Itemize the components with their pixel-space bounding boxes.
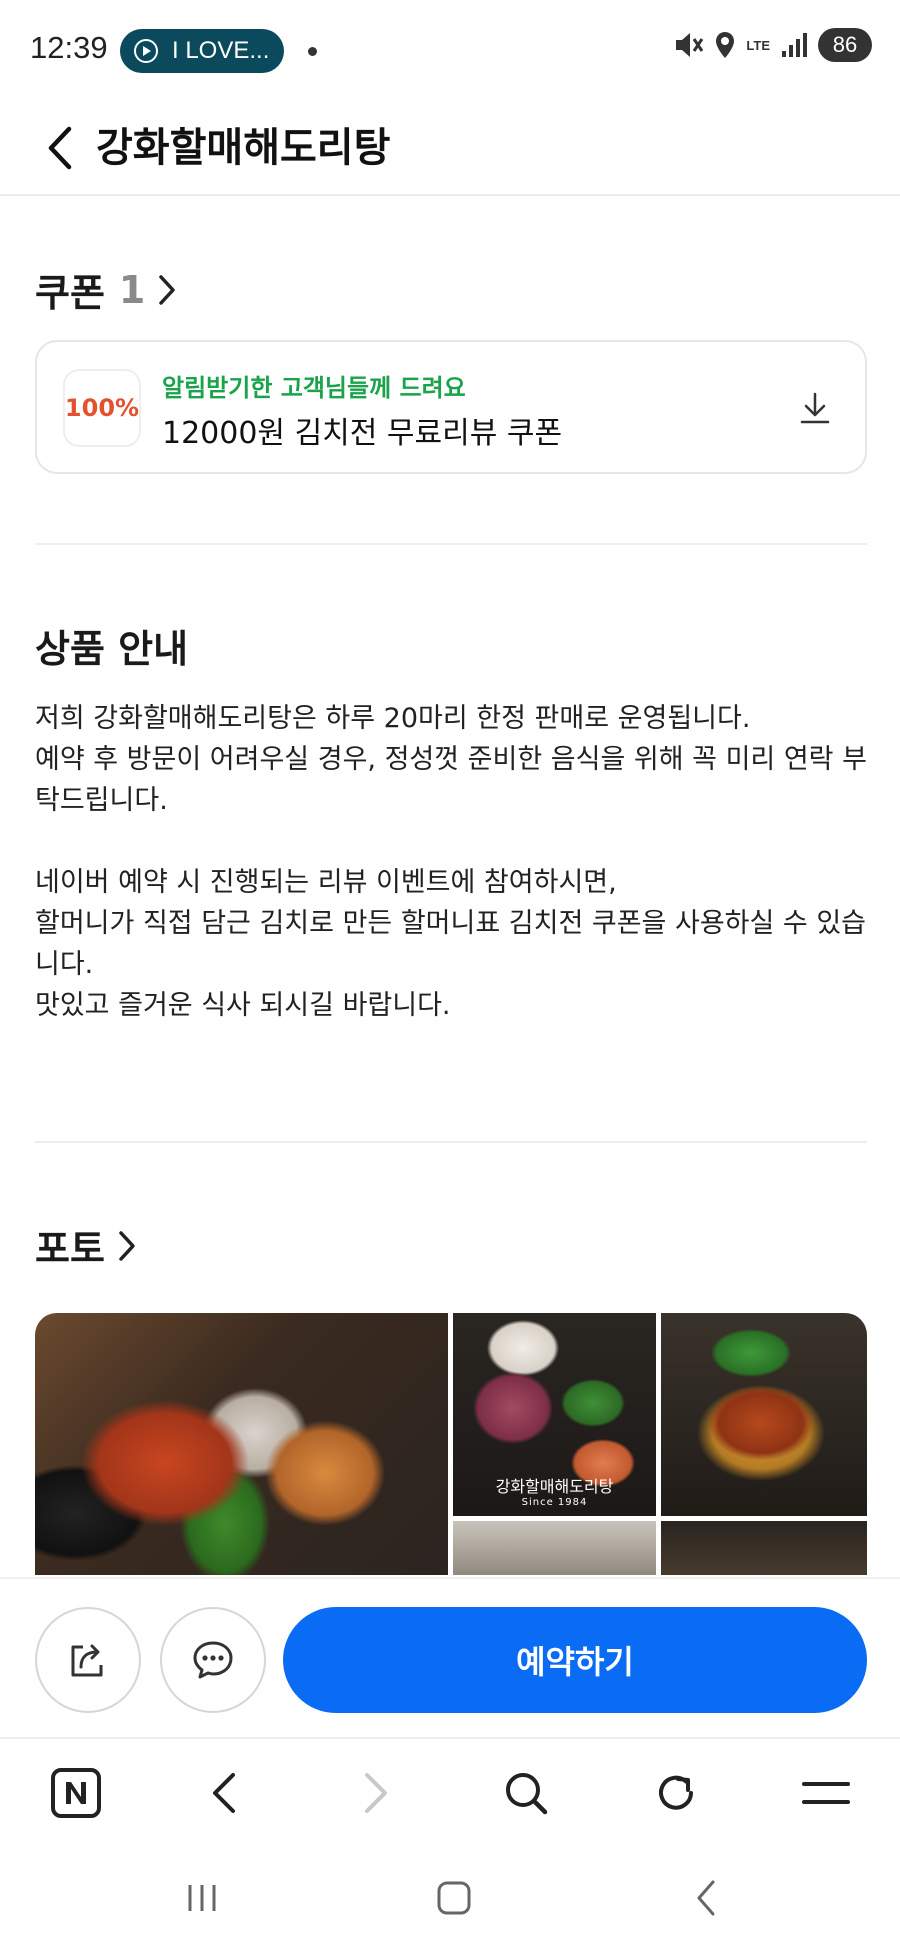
- page-title: 강화할매해도리탕: [96, 125, 391, 171]
- photo-seafood-platter[interactable]: 강화할매해도리탕 Since 1984: [453, 1313, 656, 1516]
- coupon-count: 1: [118, 267, 146, 312]
- system-navigation-bar: [0, 1845, 900, 1950]
- chat-button[interactable]: [160, 1607, 266, 1713]
- play-icon: [134, 39, 158, 63]
- photo-grid: 강화할매해도리탕 Since 1984: [35, 1313, 867, 1575]
- media-label: I LOVE...: [172, 37, 270, 64]
- photo-section-header[interactable]: 포토: [35, 1218, 137, 1273]
- browser-forward-button[interactable]: [344, 1761, 408, 1825]
- notification-dot-icon: [308, 47, 317, 56]
- photo-crab-stew[interactable]: [35, 1313, 448, 1575]
- restaurant-logo: 강화할매해도리탕 Since 1984: [461, 1458, 648, 1508]
- status-icons: LTE 86: [672, 28, 872, 62]
- status-bar: 12:39 I LOVE... LTE 86: [0, 0, 900, 100]
- info-line: 저희 강화할매해도리탕은 하루 20마리 한정 판매로 운영됩니다.: [35, 703, 751, 734]
- battery-indicator: 86: [818, 28, 872, 62]
- system-back-button[interactable]: [676, 1875, 736, 1921]
- bottom-action-bar: 예약하기: [0, 1577, 900, 1737]
- signal-icon: [780, 31, 808, 59]
- coupon-download-button[interactable]: [793, 386, 837, 430]
- coupon-section-title: 쿠폰: [35, 271, 105, 315]
- mute-icon: [672, 30, 704, 60]
- coupon-section-header[interactable]: 쿠폰 1: [35, 262, 177, 317]
- naver-n-icon: [51, 1768, 101, 1818]
- status-time: 12:39: [30, 30, 108, 65]
- chevron-left-icon: [48, 126, 72, 170]
- coupon-card[interactable]: 100% 알림받기한 고객님들께 드려요 12000원 김치전 무료리뷰 쿠폰: [35, 340, 867, 474]
- search-icon: [506, 1773, 548, 1815]
- share-icon: [71, 1644, 103, 1677]
- download-icon: [800, 392, 830, 424]
- home-button[interactable]: [424, 1875, 484, 1921]
- chevron-left-icon: [697, 1880, 715, 1916]
- home-icon: [437, 1881, 471, 1915]
- photo-soup[interactable]: [453, 1521, 656, 1575]
- browser-toolbar: [0, 1737, 900, 1845]
- info-line: 네이버 예약 시 진행되는 리뷰 이벤트에 참여하시면,: [35, 867, 617, 898]
- coupon-subtitle: 알림받기한 고객님들께 드려요: [162, 374, 466, 402]
- logo-text: 강화할매해도리탕: [495, 1477, 614, 1496]
- photo-spicy-stew[interactable]: [661, 1313, 867, 1516]
- photo-dish[interactable]: [661, 1521, 867, 1575]
- recent-apps-button[interactable]: [172, 1875, 232, 1921]
- browser-refresh-button[interactable]: [644, 1761, 708, 1825]
- lte-indicator: LTE: [746, 37, 770, 53]
- share-button[interactable]: [35, 1607, 141, 1713]
- chevron-left-icon: [213, 1773, 235, 1813]
- browser-search-button[interactable]: [494, 1761, 558, 1825]
- naver-home-button[interactable]: [44, 1761, 108, 1825]
- info-section-title: 상품 안내: [35, 627, 189, 671]
- section-divider: [35, 543, 867, 545]
- media-playing-pill[interactable]: I LOVE...: [120, 29, 284, 73]
- info-line: 맛있고 즐거운 식사 되시길 바랍니다.: [35, 990, 451, 1021]
- coupon-badge: 100%: [63, 369, 141, 447]
- back-button[interactable]: [30, 118, 90, 178]
- chat-icon: [193, 1641, 233, 1679]
- page-header: 강화할매해도리탕: [0, 100, 900, 196]
- logo-since: Since 1984: [521, 1497, 588, 1508]
- section-divider: [35, 1141, 867, 1143]
- info-line: 예약 후 방문이 어려우실 경우, 정성껏 준비한 음식을 위해 꼭 미리 연락…: [35, 744, 867, 816]
- reserve-button[interactable]: 예약하기: [283, 1607, 867, 1713]
- info-description: 저희 강화할매해도리탕은 하루 20마리 한정 판매로 운영됩니다. 예약 후 …: [35, 698, 875, 1026]
- browser-menu-button[interactable]: [794, 1761, 858, 1825]
- photo-section-title: 포토: [35, 1227, 105, 1271]
- chevron-right-icon: [117, 1229, 137, 1263]
- coupon-name: 12000원 김치전 무료리뷰 쿠폰: [162, 416, 563, 451]
- chevron-right-icon: [365, 1773, 387, 1813]
- info-line: 할머니가 직접 담근 김치로 만든 할머니표 김치전 쿠폰을 사용하실 수 있습…: [35, 908, 867, 980]
- location-icon: [714, 30, 736, 60]
- chevron-right-icon: [157, 273, 177, 307]
- menu-icon: [802, 1782, 850, 1804]
- recent-apps-icon: [188, 1885, 216, 1911]
- browser-back-button[interactable]: [192, 1761, 256, 1825]
- refresh-icon: [659, 1775, 693, 1810]
